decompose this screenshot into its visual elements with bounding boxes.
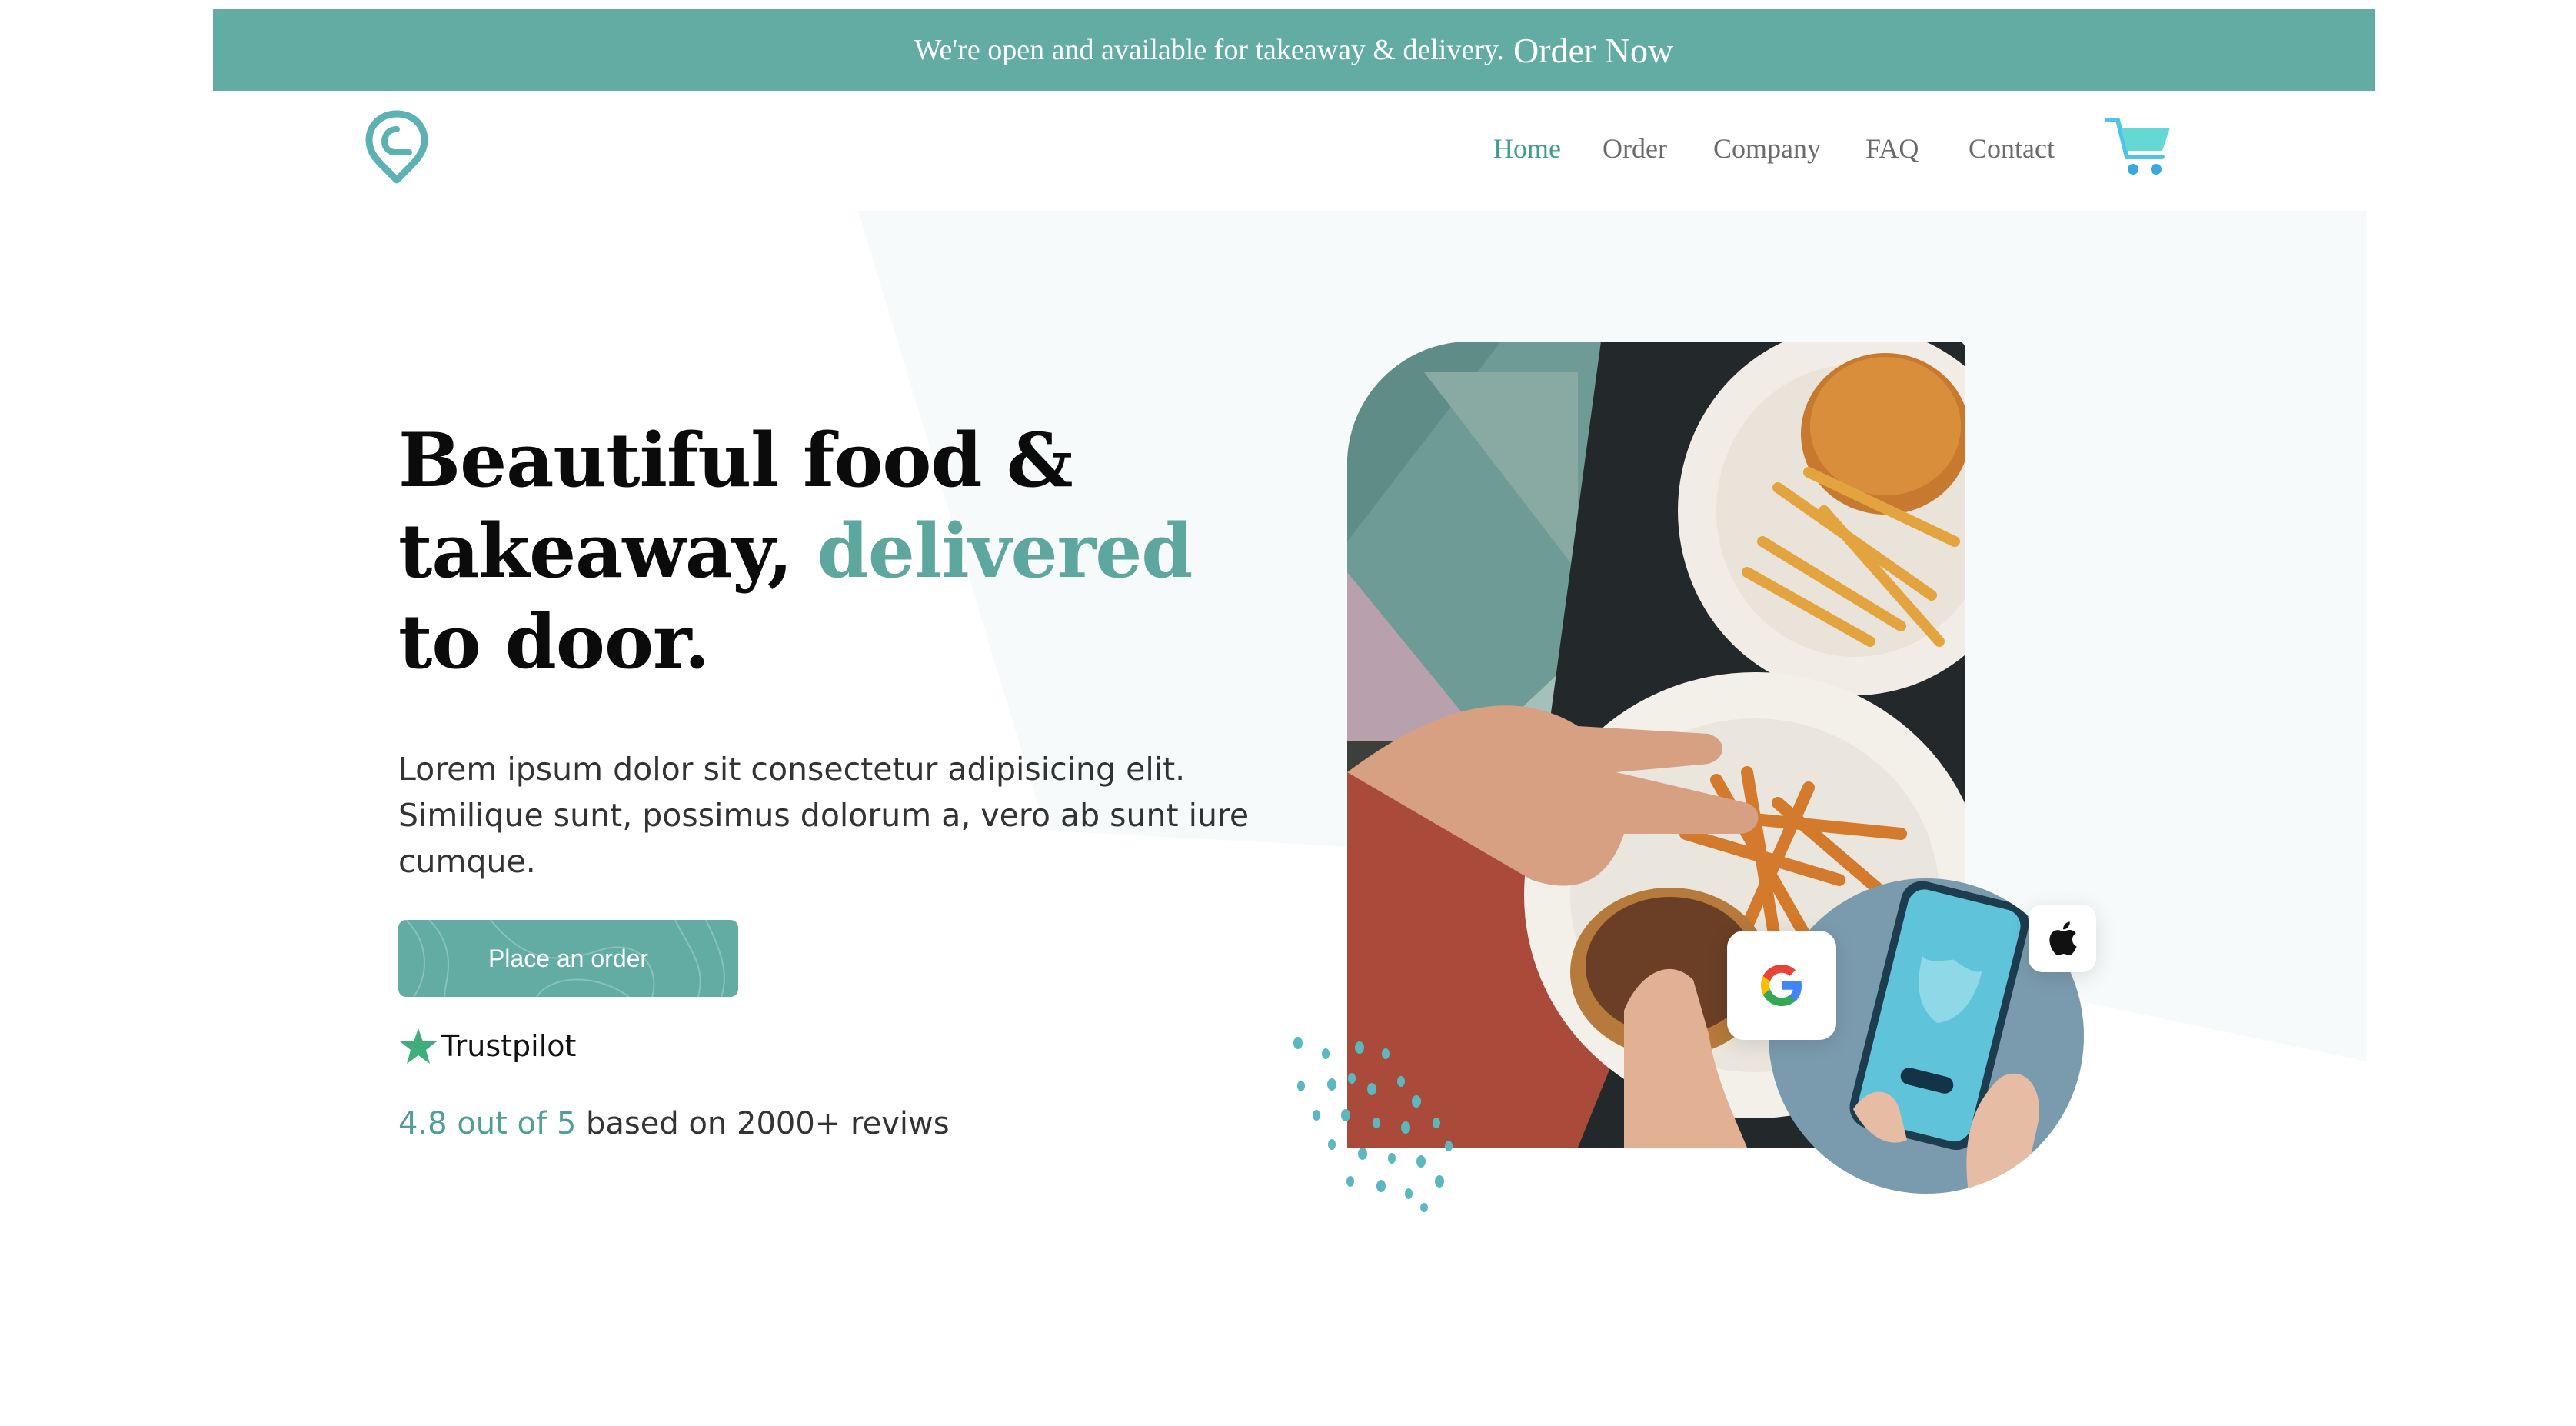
headline-line-3: to door. [398, 598, 710, 685]
nav-faq[interactable]: FAQ [1865, 123, 1919, 174]
hero-description: Lorem ipsum dolor sit consectetur adipis… [398, 751, 1250, 880]
nav-home[interactable]: Home [1493, 123, 1561, 174]
nav-order[interactable]: Order [1603, 123, 1667, 174]
announcement-bar: We're open and available for takeaway & … [213, 9, 2375, 91]
location-pin-logo-icon[interactable] [361, 106, 432, 188]
order-now-link[interactable]: Order Now [1513, 30, 1673, 71]
headline-line-2: takeaway, [398, 508, 793, 595]
rating-summary: 4.8 out of 5 based on 2000+ reviws [398, 1106, 950, 1141]
rating-score: 4.8 out of 5 [398, 1106, 577, 1141]
decorative-dots [1293, 1037, 1453, 1212]
nav-contact[interactable]: Contact [1969, 123, 2055, 174]
google-icon [1761, 965, 1802, 1006]
apple-badge[interactable] [2029, 905, 2096, 972]
headline-accent-word: delivered [817, 508, 1193, 595]
headline-line-1: Beautiful food & [398, 417, 1073, 504]
google-badge[interactable] [1727, 931, 1836, 1040]
trustpilot-badge: Trustpilot [398, 1026, 576, 1066]
place-order-button[interactable]: Place an order [398, 920, 738, 997]
cart-icon[interactable] [2104, 114, 2173, 180]
announcement-message: We're open and available for takeaway & … [914, 34, 1505, 66]
star-icon [400, 1028, 437, 1064]
apple-icon [2049, 921, 2077, 955]
hero-headline: Beautiful food & takeaway, delivered to … [398, 415, 1321, 688]
nav-company[interactable]: Company [1713, 123, 1821, 174]
place-order-label: Place an order [488, 944, 649, 972]
trustpilot-label: Trustpilot [441, 1029, 577, 1063]
rating-reviews: based on 2000+ reviws [586, 1106, 950, 1141]
